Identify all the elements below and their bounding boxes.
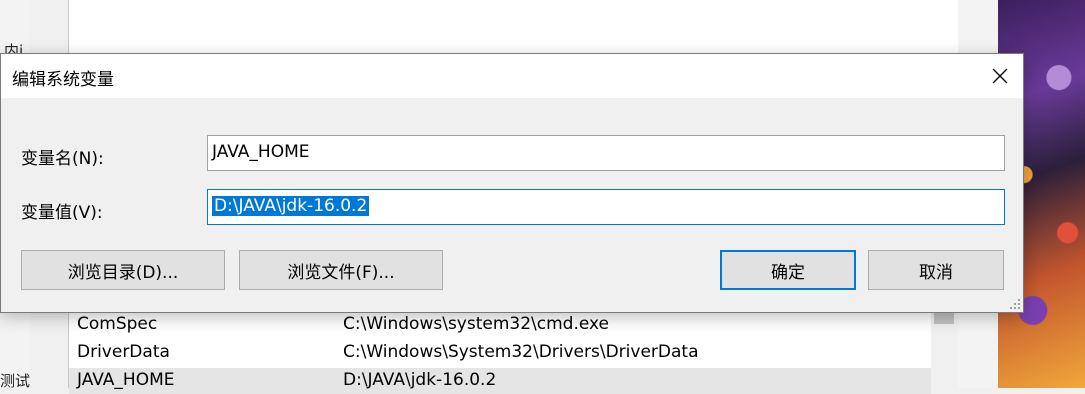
resize-grip-icon[interactable] bbox=[1009, 298, 1021, 310]
system-variables-table: ComSpec C:\Windows\system32\cmd.exe Driv… bbox=[68, 312, 931, 394]
close-button[interactable] bbox=[977, 54, 1023, 98]
browse-file-button[interactable]: 浏览文件(F)... bbox=[239, 250, 443, 290]
table-row[interactable]: ComSpec C:\Windows\system32\cmd.exe bbox=[69, 312, 931, 338]
browse-directory-button[interactable]: 浏览目录(D)... bbox=[21, 250, 225, 290]
dialog-title: 编辑系统变量 bbox=[12, 70, 114, 90]
table-row[interactable]: JAVA_HOME D:\JAVA\jdk-16.0.2 bbox=[69, 368, 931, 394]
scrollbar-thumb[interactable] bbox=[934, 312, 954, 324]
edit-system-variable-dialog: 编辑系统变量 变量名(N): JAVA_HOME 变量值(V): D:\JAVA… bbox=[0, 53, 1024, 313]
table-row[interactable]: DriverData C:\Windows\System32\Drivers\D… bbox=[69, 340, 931, 366]
user-variables-list bbox=[68, 0, 960, 60]
dialog-titlebar[interactable]: 编辑系统变量 bbox=[1, 54, 1023, 98]
variable-value-cell: D:\JAVA\jdk-16.0.2 bbox=[343, 370, 497, 390]
variable-name-cell: DriverData bbox=[77, 342, 170, 362]
variable-name-cell: JAVA_HOME bbox=[77, 370, 175, 390]
variable-value-label: 变量值(V): bbox=[21, 203, 103, 223]
ok-button[interactable]: 确定 bbox=[720, 250, 856, 290]
variable-value-input[interactable]: D:\JAVA\jdk-16.0.2 bbox=[207, 189, 1005, 225]
cancel-button[interactable]: 取消 bbox=[868, 250, 1004, 290]
variable-name-cell: ComSpec bbox=[77, 314, 158, 334]
close-icon bbox=[992, 68, 1008, 84]
variable-name-label: 变量名(N): bbox=[21, 149, 104, 169]
variable-name-input[interactable]: JAVA_HOME bbox=[207, 135, 1005, 171]
selected-text: D:\JAVA\jdk-16.0.2 bbox=[212, 196, 370, 216]
variable-value-cell: C:\Windows\System32\Drivers\DriverData bbox=[343, 342, 699, 362]
variable-value-cell: C:\Windows\system32\cmd.exe bbox=[343, 314, 610, 334]
